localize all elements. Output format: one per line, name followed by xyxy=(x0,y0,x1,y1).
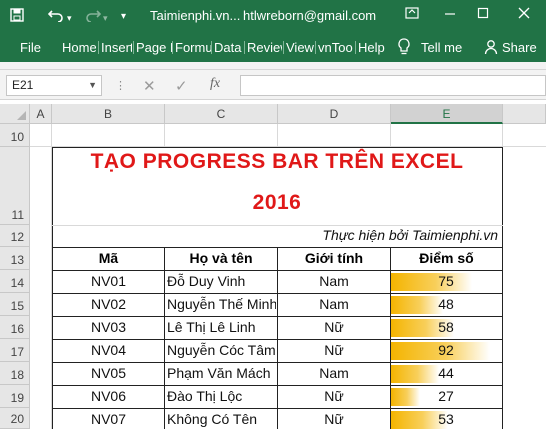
redo-dropdown-icon: ▾ xyxy=(103,13,108,23)
row-header-14[interactable]: 14 xyxy=(0,270,30,293)
tab-review[interactable]: Review xyxy=(247,40,282,55)
minimize-icon[interactable] xyxy=(444,6,456,23)
cell-ho-ten[interactable]: Phạm Văn Mách xyxy=(167,364,276,383)
tab-data[interactable]: Data xyxy=(214,40,242,55)
formula-input[interactable] xyxy=(240,75,546,96)
account-email[interactable]: htlwreborn@gmail.com xyxy=(243,8,376,23)
cell-diem-so[interactable]: 58 xyxy=(391,318,501,337)
insert-function-icon[interactable]: fx xyxy=(210,76,220,92)
maximize-icon[interactable] xyxy=(477,6,489,23)
header-ma[interactable]: Mã xyxy=(53,248,164,270)
cell-ho-ten[interactable]: Nguyễn Thế Minh xyxy=(167,295,276,314)
customize-qat-icon[interactable]: ▾ xyxy=(121,9,126,25)
column-header-f[interactable] xyxy=(503,104,546,124)
tab-insert[interactable]: Insert xyxy=(101,40,132,55)
redo-icon xyxy=(85,8,102,26)
cancel-icon: ✕ xyxy=(143,78,156,95)
cell-ma[interactable]: NV07 xyxy=(53,410,164,429)
cell-gioi-tinh[interactable]: Nữ xyxy=(278,318,390,337)
cell-diem-so[interactable]: 92 xyxy=(391,341,501,360)
cell-ho-ten[interactable]: Không Có Tên xyxy=(167,410,276,429)
share-person-icon[interactable] xyxy=(484,39,498,58)
cell-diem-so[interactable]: 44 xyxy=(391,364,501,383)
cell-diem-so[interactable]: 53 xyxy=(391,410,501,429)
row-header-15[interactable]: 15 xyxy=(0,293,30,316)
column-header-b[interactable]: B xyxy=(52,104,165,124)
cell-gioi-tinh[interactable]: Nam xyxy=(278,364,390,383)
column-header-d[interactable]: D xyxy=(278,104,391,124)
cell-gioi-tinh[interactable]: Nam xyxy=(278,295,390,314)
cell-ma[interactable]: NV02 xyxy=(53,295,164,314)
sheet-title-line2: 2016 xyxy=(252,191,302,214)
cell-ma[interactable]: NV05 xyxy=(53,364,164,383)
cell-gioi-tinh[interactable]: Nữ xyxy=(278,387,390,406)
select-all-corner[interactable] xyxy=(0,104,30,124)
cell-ho-ten[interactable]: Đào Thị Lộc xyxy=(167,387,276,406)
cell-ho-ten[interactable]: Nguyễn Cóc Tâm xyxy=(167,341,276,360)
tab-view[interactable]: View xyxy=(286,40,314,55)
cell-gioi-tinh[interactable]: Nam xyxy=(278,272,390,291)
tab-home[interactable]: Home xyxy=(62,40,96,55)
cell-ho-ten[interactable]: Đỗ Duy Vinh xyxy=(167,272,276,291)
ribbon-collapsed xyxy=(0,62,546,70)
undo-dropdown-icon[interactable]: ▾ xyxy=(67,10,72,26)
row-header-11[interactable]: 11 xyxy=(0,147,30,225)
row-header-17[interactable]: 17 xyxy=(0,339,30,362)
row-header-12[interactable]: 12 xyxy=(0,225,30,247)
tab-formulas[interactable]: Formu xyxy=(175,40,211,55)
row-header-10[interactable]: 10 xyxy=(0,124,30,147)
more-icon: ⋮ xyxy=(115,80,127,92)
formula-bar-area: E21 ▼ ⋮ ✕ ✓ fx xyxy=(0,70,546,100)
row-header-19[interactable]: 19 xyxy=(0,385,30,408)
cell-ma[interactable]: NV06 xyxy=(53,387,164,406)
tell-me-search[interactable]: Tell me xyxy=(421,40,462,55)
column-header-e[interactable]: E xyxy=(391,104,503,124)
tab-page-layout[interactable]: Page L xyxy=(136,40,172,55)
tab-help[interactable]: Help xyxy=(358,40,386,55)
cell-ma[interactable]: NV03 xyxy=(53,318,164,337)
save-icon[interactable] xyxy=(10,8,24,26)
cell-diem-so[interactable]: 27 xyxy=(391,387,501,406)
name-box[interactable]: E21 ▼ xyxy=(6,75,102,96)
row-header-20[interactable]: 20 xyxy=(0,408,30,429)
tab-vntools[interactable]: vnToo xyxy=(318,40,353,55)
column-header-c[interactable]: C xyxy=(165,104,278,124)
row-header-13[interactable]: 13 xyxy=(0,247,30,270)
cell-ma[interactable]: NV01 xyxy=(53,272,164,291)
cell-gioi-tinh[interactable]: Nữ xyxy=(278,341,390,360)
cell-diem-so[interactable]: 48 xyxy=(391,295,501,314)
sheet-title-line1: TẠO PROGRESS BAR TRÊN EXCEL xyxy=(90,150,464,173)
row-header-18[interactable]: 18 xyxy=(0,362,30,385)
share-button[interactable]: Share xyxy=(502,40,537,55)
lightbulb-icon[interactable] xyxy=(397,38,411,59)
cell-ho-ten[interactable]: Lê Thị Lê Linh xyxy=(167,318,276,337)
credit-text: Thực hiện bởi Taimienphi.vn xyxy=(322,227,498,243)
close-icon[interactable] xyxy=(518,6,530,23)
row-header-16[interactable]: 16 xyxy=(0,316,30,339)
cell-diem-so[interactable]: 75 xyxy=(391,272,501,291)
undo-icon[interactable] xyxy=(47,8,64,26)
tab-file[interactable]: File xyxy=(20,40,44,55)
header-diem-so[interactable]: Điểm số xyxy=(391,248,502,270)
enter-icon: ✓ xyxy=(175,78,188,95)
header-gioi-tinh[interactable]: Giới tính xyxy=(278,248,390,270)
chevron-down-icon[interactable]: ▼ xyxy=(88,76,97,95)
excel-window: { "titlebar": { "document": "Taimienphi.… xyxy=(0,0,546,429)
ribbon-display-options-icon[interactable] xyxy=(405,6,419,23)
name-box-value: E21 xyxy=(12,78,34,92)
cell-gioi-tinh[interactable]: Nữ xyxy=(278,410,390,429)
header-ho-ten[interactable]: Họ và tên xyxy=(165,248,277,270)
document-title: Taimienphi.vn... xyxy=(150,8,241,23)
cell-ma[interactable]: NV04 xyxy=(53,341,164,360)
column-header-a[interactable]: A xyxy=(30,104,52,124)
ribbon-tabs: File Home Insert Page L Formu Data Revie… xyxy=(0,32,546,62)
title-bar: ▾ ▾ ▾ Taimienphi.vn... htlwreborn@gmail.… xyxy=(0,0,546,32)
